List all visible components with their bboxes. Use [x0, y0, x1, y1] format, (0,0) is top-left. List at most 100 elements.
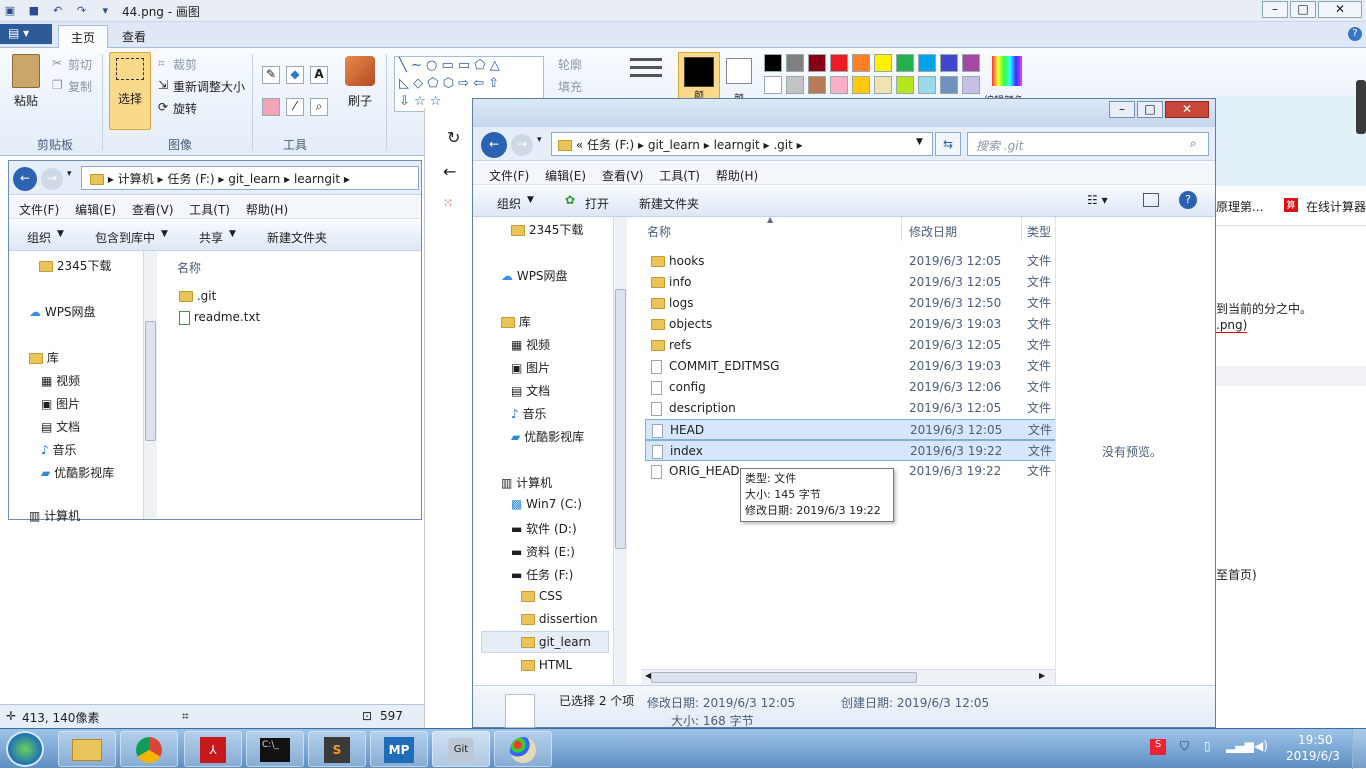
file-name[interactable]: info: [669, 272, 692, 293]
back-icon[interactable]: ←: [13, 167, 37, 191]
nav-item[interactable]: 视频: [56, 374, 80, 388]
table-row[interactable]: info 2019/6/3 12:05 文件: [645, 272, 1055, 293]
close-button[interactable]: ✕: [1165, 101, 1209, 118]
include-in-library-button[interactable]: 包含到库中: [95, 229, 155, 246]
color-swatch[interactable]: [852, 54, 870, 72]
taskbar-cmd-button[interactable]: C:\_: [246, 731, 304, 767]
column-header-type[interactable]: 类型: [1027, 223, 1051, 240]
quick-access-dropdown-icon[interactable]: ▾: [97, 3, 113, 19]
breadcrumb-item[interactable]: learngit: [714, 138, 760, 152]
nav-item[interactable]: HTML: [539, 658, 572, 672]
forward-icon[interactable]: →: [511, 134, 533, 156]
edit-colors-icon[interactable]: [992, 56, 1022, 86]
file-name[interactable]: hooks: [669, 251, 705, 272]
refresh-icon[interactable]: ⇆: [935, 132, 961, 156]
nav-item[interactable]: WPS网盘: [45, 305, 96, 319]
text-tool-icon[interactable]: A: [310, 66, 328, 84]
color-swatch[interactable]: [896, 76, 914, 94]
color-swatch[interactable]: [808, 54, 826, 72]
color-swatch[interactable]: [764, 54, 782, 72]
table-row[interactable]: config 2019/6/3 12:06 文件: [645, 377, 1055, 398]
color-picker-icon[interactable]: ⁄: [286, 98, 304, 116]
view-options-icon[interactable]: ☷ ▾: [1087, 193, 1108, 207]
bookmark-item[interactable]: 在线计算器: [1306, 198, 1366, 215]
menu-file[interactable]: 文件(F): [483, 167, 535, 184]
color-swatch[interactable]: [962, 54, 980, 72]
shield-icon[interactable]: ⛉: [1180, 739, 1189, 754]
color-swatch[interactable]: [830, 76, 848, 94]
horizontal-scrollbar[interactable]: ◀ ▶: [641, 669, 1055, 685]
color-swatch[interactable]: [896, 54, 914, 72]
nav-item[interactable]: 2345下载: [57, 259, 112, 273]
nav-item[interactable]: 任务 (F:): [526, 568, 573, 582]
copy-button[interactable]: 复制: [68, 78, 92, 95]
resize-button[interactable]: 重新调整大小: [173, 78, 245, 95]
back-icon[interactable]: ←: [481, 132, 507, 158]
file-name[interactable]: COMMIT_EDITMSG: [669, 356, 779, 377]
refresh-icon[interactable]: ↻: [447, 128, 460, 147]
color-swatch[interactable]: [764, 76, 782, 94]
breadcrumb-item[interactable]: learngit: [294, 172, 340, 186]
nav-item[interactable]: 文档: [56, 420, 80, 434]
show-desktop-button[interactable]: [1352, 729, 1366, 769]
nav-item[interactable]: 视频: [526, 338, 550, 352]
nav-item[interactable]: WPS网盘: [517, 269, 568, 283]
open-button[interactable]: 打开: [585, 195, 609, 212]
network-icon[interactable]: ▂▄▆: [1226, 739, 1254, 753]
file-name[interactable]: refs: [669, 335, 692, 356]
taskbar-sublime-button[interactable]: S: [308, 731, 366, 767]
table-row[interactable]: index 2019/6/3 19:22 文件: [645, 440, 1055, 461]
menu-view[interactable]: 查看(V): [126, 201, 180, 218]
brush-icon[interactable]: [345, 56, 375, 86]
volume-icon[interactable]: ◀): [1254, 739, 1268, 753]
nav-item[interactable]: git_learn: [539, 635, 591, 649]
color-swatch[interactable]: [808, 76, 826, 94]
color-swatch[interactable]: [940, 76, 958, 94]
history-dropdown-icon[interactable]: ▾: [537, 135, 542, 145]
undo-icon[interactable]: ↶: [50, 3, 66, 19]
column-header-name[interactable]: 名称: [177, 259, 201, 276]
breadcrumb-item[interactable]: 计算机: [118, 172, 154, 186]
tab-view[interactable]: 查看: [110, 25, 158, 48]
table-row[interactable]: description 2019/6/3 12:05 文件: [645, 398, 1055, 419]
nav-item[interactable]: 优酷影视库: [54, 466, 114, 480]
nav-item[interactable]: 文档: [526, 384, 550, 398]
clock-time[interactable]: 19:50: [1298, 733, 1333, 747]
help-icon[interactable]: ?: [1348, 27, 1362, 41]
nav-item[interactable]: 计算机: [516, 476, 552, 490]
color-swatch[interactable]: [874, 76, 892, 94]
nav-item[interactable]: 图片: [526, 361, 550, 375]
start-button[interactable]: [6, 731, 44, 767]
rotate-button[interactable]: 旋转: [173, 100, 197, 117]
clock-date[interactable]: 2019/6/3: [1286, 749, 1340, 763]
nav-item[interactable]: 计算机: [44, 509, 80, 523]
breadcrumb-item[interactable]: 任务 (F:): [587, 138, 634, 152]
file-name[interactable]: HEAD: [670, 420, 704, 441]
crop-button[interactable]: 裁剪: [173, 56, 197, 73]
nav-item[interactable]: 资料 (E:): [526, 545, 575, 559]
nav-item[interactable]: 优酷影视库: [524, 430, 584, 444]
bookmark-item[interactable]: 原理第...: [1216, 198, 1263, 215]
menu-view[interactable]: 查看(V): [596, 167, 650, 184]
table-row[interactable]: COMMIT_EDITMSG 2019/6/3 19:03 文件: [645, 356, 1055, 377]
maximize-button[interactable]: □: [1290, 1, 1316, 18]
nav-item[interactable]: 2345下载: [529, 223, 584, 237]
column-header-date[interactable]: 修改日期: [909, 223, 957, 240]
apps-icon[interactable]: ⁙: [443, 196, 453, 210]
nav-scrollbar[interactable]: [613, 217, 627, 685]
nav-item[interactable]: 图片: [56, 397, 80, 411]
color2-swatch[interactable]: [726, 58, 752, 84]
column-header-name[interactable]: 名称: [647, 223, 671, 240]
close-button[interactable]: ✕: [1318, 1, 1362, 18]
breadcrumb-item[interactable]: .git: [773, 138, 792, 152]
taskbar-paint-button[interactable]: [494, 731, 552, 767]
menu-file[interactable]: 文件(F): [13, 201, 65, 218]
scroll-right-icon[interactable]: ▶: [1039, 671, 1045, 680]
paste-icon[interactable]: [12, 54, 40, 88]
taskbar-mp-button[interactable]: MP: [370, 731, 428, 767]
history-dropdown-icon[interactable]: ▾: [67, 169, 72, 179]
outline-button[interactable]: 轮廓: [558, 56, 582, 73]
redo-icon[interactable]: ↷: [73, 3, 89, 19]
paint-app-menu-icon[interactable]: ▣: [2, 3, 18, 19]
menu-help[interactable]: 帮助(H): [710, 167, 764, 184]
